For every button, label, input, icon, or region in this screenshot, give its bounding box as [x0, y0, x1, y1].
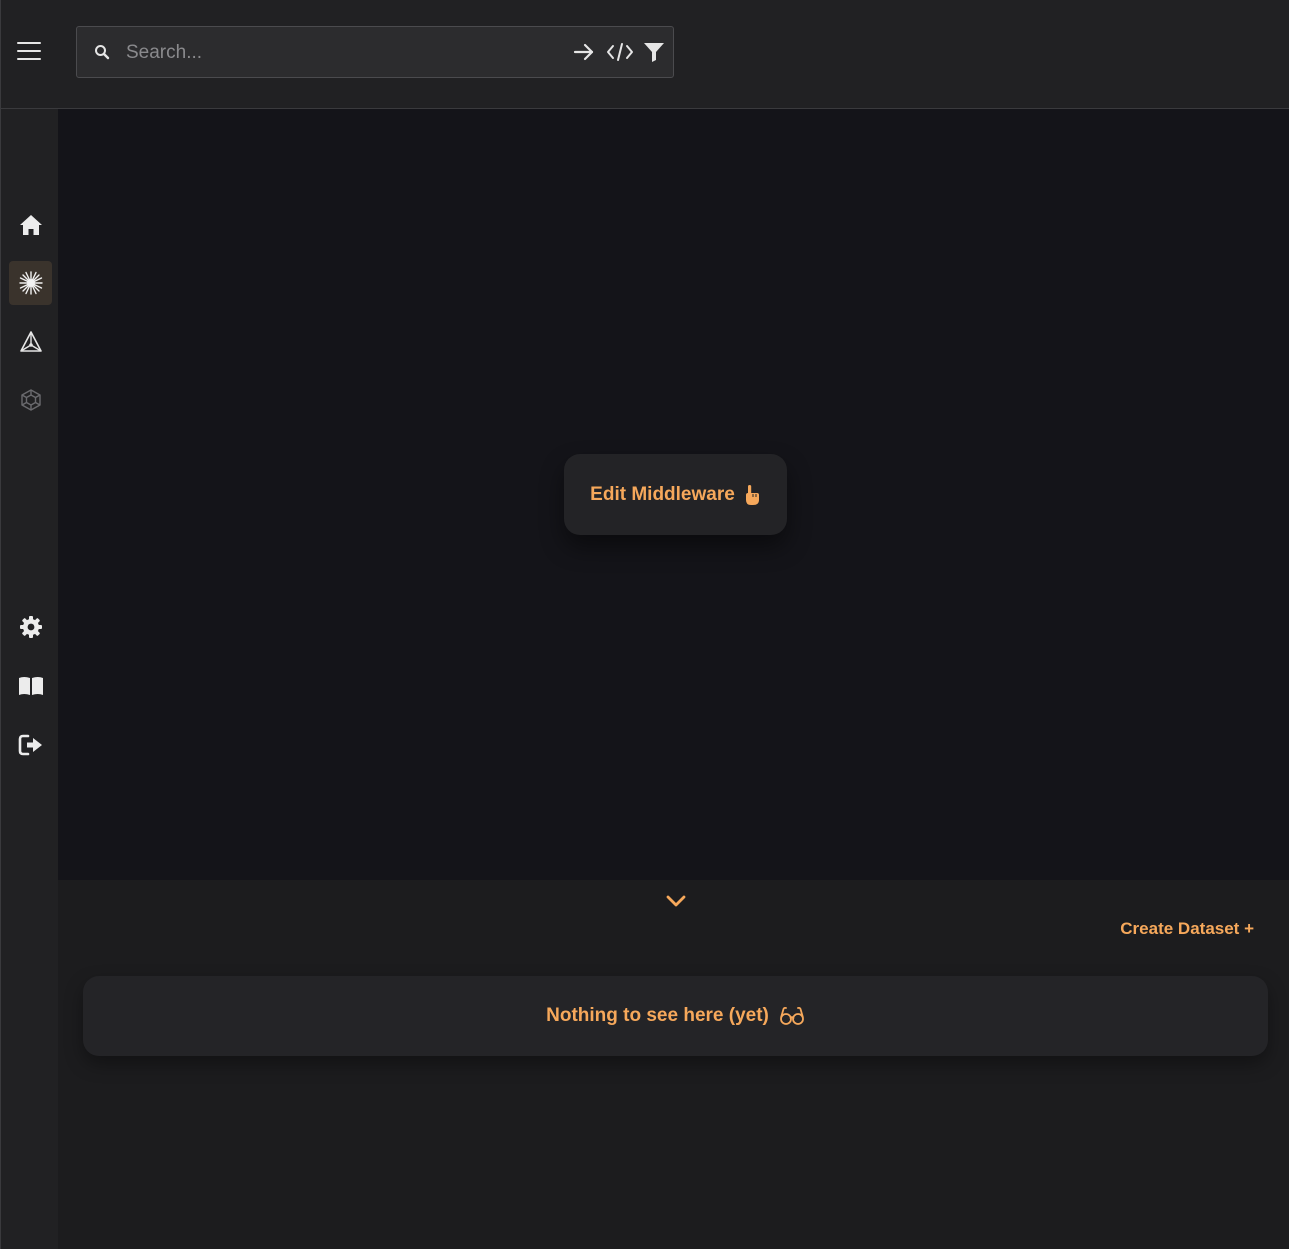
gear-icon — [19, 616, 42, 638]
sidebar-item-logout[interactable] — [9, 723, 52, 767]
sidebar-item-spark[interactable] — [9, 261, 52, 305]
book-icon — [18, 677, 43, 695]
empty-state-card: Nothing to see here (yet) — [83, 976, 1268, 1056]
empty-state-message: Nothing to see here (yet) — [546, 1005, 769, 1026]
search-input[interactable] — [126, 39, 546, 67]
datasets-panel: Create Dataset + Nothing to see here (ye… — [58, 880, 1289, 1249]
glasses-icon — [779, 1006, 804, 1025]
filter-icon[interactable] — [643, 41, 665, 63]
edit-middleware-label: Edit Middleware — [590, 483, 735, 505]
arrow-right-icon[interactable] — [573, 41, 595, 63]
search-bar — [76, 26, 674, 78]
sidebar-item-network[interactable] — [9, 378, 52, 422]
hamburger-menu-icon[interactable] — [17, 40, 42, 62]
logout-icon — [18, 734, 42, 756]
sidebar-item-docs[interactable] — [9, 664, 52, 708]
top-header — [0, 0, 1289, 109]
sidebar-item-home[interactable] — [9, 203, 52, 247]
sidebar — [0, 109, 58, 1249]
spark-burst-icon — [18, 271, 43, 295]
create-dataset-button[interactable]: Create Dataset + — [1120, 919, 1254, 939]
sidebar-item-settings[interactable] — [9, 605, 52, 649]
sidebar-item-graph[interactable] — [9, 320, 52, 364]
code-icon[interactable] — [606, 41, 634, 63]
pointing-hand-icon — [745, 484, 759, 505]
cube-network-icon — [20, 389, 41, 411]
triangle-graph-icon — [19, 331, 42, 352]
edit-middleware-button[interactable]: Edit Middleware — [564, 454, 787, 535]
app-root: Edit Middleware Create Dataset + Nothing… — [0, 0, 1289, 1249]
chevron-down-icon[interactable] — [664, 892, 688, 910]
home-icon — [19, 215, 42, 235]
flow-canvas[interactable]: Edit Middleware — [58, 109, 1289, 880]
search-icon — [95, 45, 110, 60]
